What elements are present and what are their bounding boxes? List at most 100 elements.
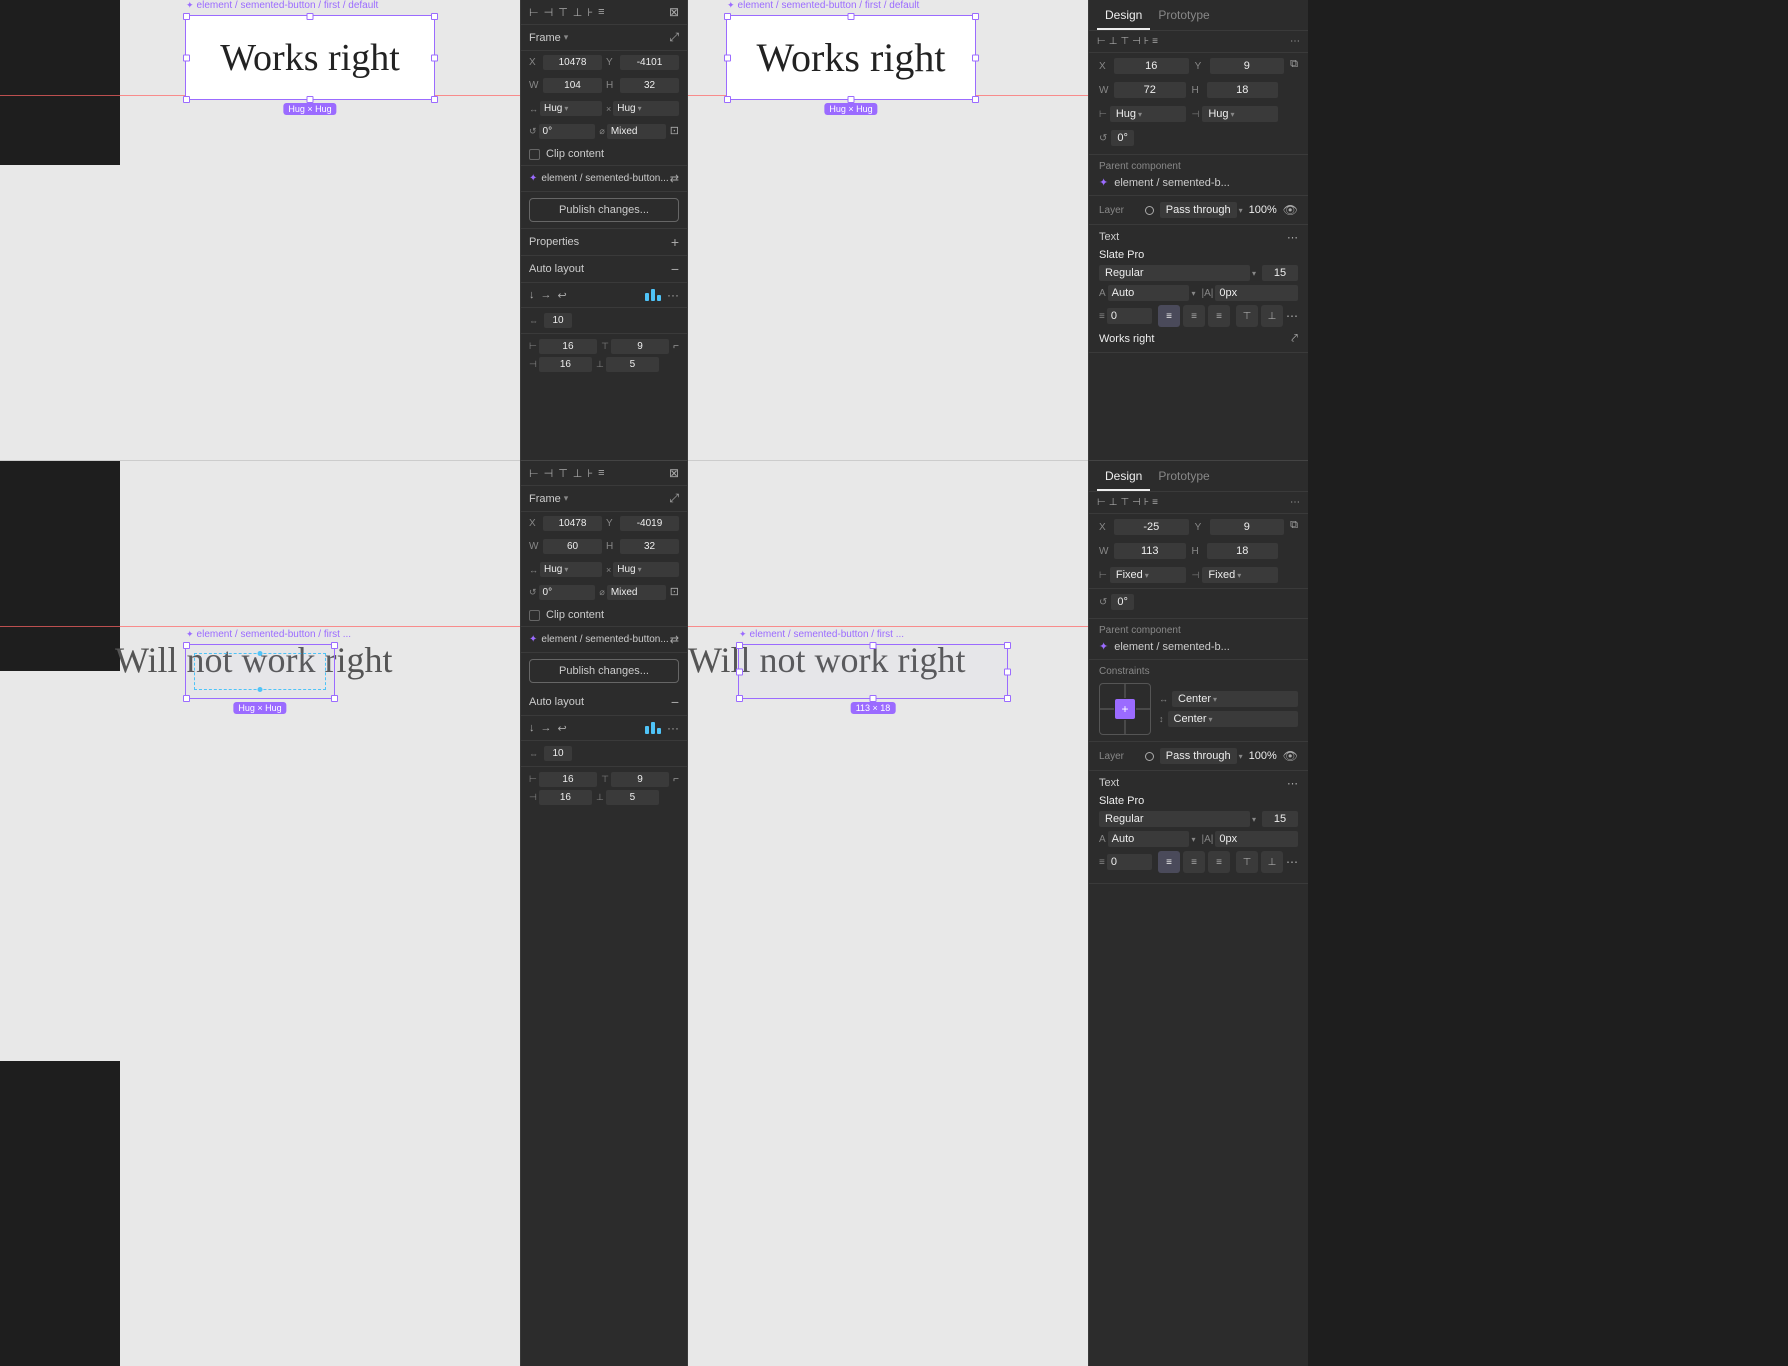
canvas-willnot-frame[interactable]: ✦ element / semented-button / first ... … [185,644,335,699]
align-top-icon-b[interactable]: ⊥ [573,467,583,480]
text-more-top[interactable]: ⋯ [1287,231,1298,244]
ta-vmid[interactable]: ⊥ [1261,305,1283,327]
al-pad-bottom-field[interactable]: ⊥ 5 [596,357,659,372]
al-corner-icon[interactable]: ⌐ [673,341,679,352]
h-value-top[interactable]: 32 [620,78,679,93]
al-gap-val[interactable]: 10 [544,313,572,328]
al-pad-left-field-b[interactable]: ⊢ 16 [529,772,597,787]
font-size-val-bottom[interactable]: 15 [1262,811,1298,827]
al-pad-left-val-b[interactable]: 16 [539,772,597,787]
al-distribution-icon-b[interactable] [645,722,661,734]
chevron-frame-top[interactable]: ▾ [564,32,569,43]
rt-dist-b[interactable]: ≡ [1152,497,1158,508]
rt-align-l-b[interactable]: ⊢ [1097,497,1106,508]
al-down-icon-b[interactable]: ↓ [529,722,535,734]
lh-field-bottom[interactable]: ≡ 0 [1099,851,1152,873]
hug-y-field-top[interactable]: × Hug ▾ [606,101,679,116]
h-field-bottom[interactable]: H 32 [606,539,679,554]
align-left-icon-b[interactable]: ⊢ [529,467,539,480]
rt-more-b[interactable]: ⋯ [1290,497,1300,508]
tab-prototype-bottom[interactable]: Prototype [1150,461,1217,491]
al-more-icon-b[interactable]: ··· [667,721,679,735]
ta-vtop-b[interactable]: ⊤ [1236,851,1258,873]
px-val-bottom[interactable]: 0px [1215,831,1298,847]
layer-mode-row-top[interactable]: Pass through ▾ [1160,202,1243,218]
expand-icon-bottom[interactable]: ⊠ [669,466,679,480]
fixed-w-field[interactable]: ⊢ Fixed ▾ [1099,567,1186,583]
font-style-val-top[interactable]: Regular [1099,265,1250,281]
ta-vmid-b[interactable]: ⊥ [1261,851,1283,873]
rot-val-top[interactable]: 0° [539,124,596,139]
al-pad-right-val-b[interactable]: 16 [539,790,592,805]
px-field-bottom[interactable]: |A| 0px [1202,831,1299,847]
al-pad-top-val[interactable]: 9 [611,339,669,354]
clip-checkbox-top[interactable] [529,149,540,160]
al-wrap-icon[interactable]: ↩ [558,289,567,302]
layer-mode-val-bottom[interactable]: Pass through [1160,748,1237,764]
w-val-rt[interactable]: 72 [1114,82,1186,98]
distribute-icon[interactable]: ⊦ [587,6,593,19]
al-pad-left-val[interactable]: 16 [539,339,597,354]
ta-right-bottom[interactable]: ≡ [1208,851,1230,873]
al-pad-top-field[interactable]: ⊤ 9 [601,339,669,354]
ta-vtop[interactable]: ⊤ [1236,305,1258,327]
al-down-icon[interactable]: ↓ [529,289,535,301]
al-pad-right-field-b[interactable]: ⊣ 16 [529,790,592,805]
rt-align-b[interactable]: ⊦ [1144,36,1149,47]
al-gap-val-b[interactable]: 10 [544,746,572,761]
x-field-top[interactable]: X 10478 [529,55,602,70]
eye-icon-bottom[interactable]: 👁 [1283,749,1298,763]
canvas-willnot-frame-2[interactable]: ✦ element / semented-button / first ... … [738,644,1008,699]
x-value-top[interactable]: 10478 [543,55,602,70]
parent-comp-name-top[interactable]: element / semented-b... [1114,177,1230,189]
ta-right-top[interactable]: ≡ [1208,305,1230,327]
x-field-bottom[interactable]: X 10478 [529,516,602,531]
align-left-icon[interactable]: ⊢ [529,6,539,19]
text-more2-bottom[interactable]: ⋯ [1286,855,1298,869]
al-pad-bottom-val[interactable]: 5 [606,357,659,372]
more-icon-b[interactable]: ≡ [598,467,604,479]
x-val-rb[interactable]: -25 [1114,519,1189,535]
distribute-icon-b[interactable]: ⊦ [587,467,593,480]
more-icon[interactable]: ≡ [598,6,604,18]
canvas-works-right-frame-2[interactable]: ✦ element / semented-button / first / de… [726,15,976,100]
al-minus-icon-bottom[interactable]: − [671,694,679,710]
parent-comp-name-bottom[interactable]: element / semented-b... [1114,641,1230,653]
add-property-icon-top[interactable]: + [671,234,679,250]
h-value-bottom[interactable]: 32 [620,539,679,554]
al-pad-right-val[interactable]: 16 [539,357,592,372]
lh-val-bottom[interactable]: 0 [1107,854,1152,870]
x-val-rt[interactable]: 16 [1114,58,1189,74]
w-value-bottom[interactable]: 60 [543,539,602,554]
auto-val-top[interactable]: Auto [1108,285,1190,301]
rot-field-bottom[interactable]: ↺ 0° [529,585,595,600]
canvas-works-right-frame[interactable]: ✦ element / semented-button / first / de… [185,15,435,100]
font-style-val-bottom[interactable]: Regular [1099,811,1250,827]
swap-icon-bottom[interactable]: ⇄ [670,633,679,646]
al-corner-icon-b[interactable]: ⌐ [673,774,679,785]
rt-dist[interactable]: ≡ [1152,36,1158,47]
clip-checkbox-bottom[interactable] [529,610,540,621]
rot-val-bottom[interactable]: 0° [539,585,596,600]
constraint-icon-bottom[interactable]: ⊡ [670,585,679,600]
link-icon-rb[interactable]: ⧉ [1290,519,1298,535]
auto-field-bottom[interactable]: A Auto ▾ [1099,831,1196,847]
layer-mode-val-top[interactable]: Pass through [1160,202,1237,218]
lh-val-top[interactable]: 0 [1107,308,1152,324]
constraint-icon-top[interactable]: ⊡ [670,124,679,139]
rt-align-b-b[interactable]: ⊦ [1144,497,1149,508]
al-pad-bottom-val-b[interactable]: 5 [606,790,659,805]
chevron-frame-bottom[interactable]: ▾ [564,493,569,504]
w-val-rb[interactable]: 113 [1114,543,1186,559]
hug-y-field-bottom[interactable]: × Hug ▾ [606,562,679,577]
y-value-top[interactable]: -4101 [620,55,679,70]
al-pad-right-field[interactable]: ⊣ 16 [529,357,592,372]
layer-mode-row-bottom[interactable]: Pass through ▾ [1160,748,1243,764]
h-field-top[interactable]: H 32 [606,78,679,93]
al-distribution-icon[interactable] [645,289,661,301]
w-field-top[interactable]: W 104 [529,78,602,93]
font-style-field-top[interactable]: Regular ▾ [1099,265,1256,281]
al-right-icon[interactable]: → [541,289,552,301]
y-val-rb[interactable]: 9 [1210,519,1285,535]
text-more-bottom[interactable]: ⋯ [1287,777,1298,790]
